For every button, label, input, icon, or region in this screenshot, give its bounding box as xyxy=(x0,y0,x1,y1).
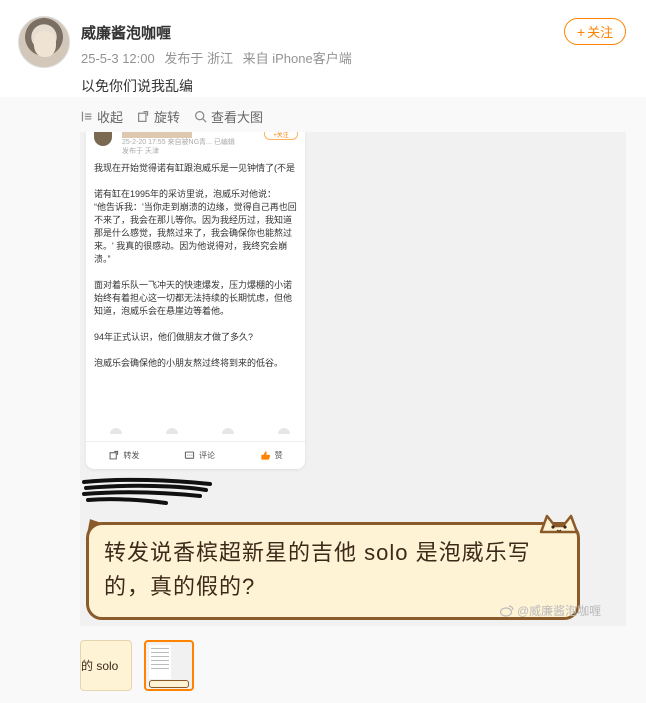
rotate-button[interactable]: 旋转 xyxy=(137,107,180,125)
embedded-paragraph: 泡威乐会确保他的小朋友熬过终将到来的低谷。 xyxy=(94,358,284,368)
follow-button[interactable]: + 关注 xyxy=(564,18,626,45)
post-text: 以免你们说我乱编 xyxy=(81,78,193,94)
bubble-text: 转发说香槟超新星的吉他 solo 是泡威乐写的，真的假的? xyxy=(104,540,531,599)
thumbnail-2-selected[interactable] xyxy=(144,640,194,691)
post-device: 来自 iPhone客户端 xyxy=(242,51,352,66)
embedded-avatar xyxy=(94,132,112,146)
embedded-action-bar: 转发 评论 赞 xyxy=(86,441,305,469)
repost-label: 转发 xyxy=(123,451,140,460)
embedded-meta: 25-2-20 17:55 来自被NG青... 已编辑 发布于 天津 xyxy=(122,138,235,156)
embedded-paragraph: 94年正式认识，他们做朋友才做了多久? xyxy=(94,332,254,342)
plus-icon: + xyxy=(576,23,586,40)
collapse-label: 收起 xyxy=(97,109,124,125)
post-meta: 25-5-3 12:00 发布于 浙江 来自 iPhone客户端 xyxy=(81,48,358,67)
rotate-icon xyxy=(138,110,149,122)
collapse-icon xyxy=(81,111,92,121)
cat-ears-icon xyxy=(539,514,579,534)
username[interactable]: 威廉酱泡咖喱 xyxy=(81,22,171,43)
embedded-meta-line1: 25-2-20 17:55 来自被NG青... 已编辑 xyxy=(122,139,235,146)
watermark: @威廉酱泡咖喱 xyxy=(500,602,601,619)
embedded-post-card: 25-2-20 17:55 来自被NG青... 已编辑 发布于 天津 +关注 我… xyxy=(86,132,305,469)
follow-label: 关注 xyxy=(587,25,614,40)
repost-icon xyxy=(109,450,119,460)
redaction-scribble xyxy=(82,477,212,505)
embedded-repost: 转发 xyxy=(108,450,139,461)
thumbs-up-icon xyxy=(261,451,270,460)
post-date[interactable]: 25-5-3 12:00 xyxy=(81,51,155,66)
media-container: 收起 旋转 查看大图 25-2-20 17:55 来自被NG青... 已编辑 发… xyxy=(0,97,646,703)
rotate-label: 旋转 xyxy=(154,109,181,125)
view-large-label: 查看大图 xyxy=(211,109,264,125)
comment-icon xyxy=(184,451,195,459)
embedded-follow-button: +关注 xyxy=(264,132,298,140)
embedded-image-strip xyxy=(110,428,290,434)
thumbnail-1[interactable]: 的 solo xyxy=(80,640,132,691)
post-location: 发布于 浙江 xyxy=(164,51,233,66)
embedded-paragraph: 我现在开始觉得诺有缸跟泡威乐是一见钟情了(不是 xyxy=(94,163,295,173)
embedded-meta-line2: 发布于 天津 xyxy=(122,148,159,155)
embedded-like: 赞 xyxy=(260,450,283,461)
zoom-icon xyxy=(195,110,207,123)
embedded-post-body: 我现在开始觉得诺有缸跟泡威乐是一见钟情了(不是 诺有缸在1995年的采访里说，泡… xyxy=(94,162,300,383)
comment-label: 评论 xyxy=(198,451,215,460)
embedded-paragraph: 面对着乐队一飞冲天的快速爆发，压力爆棚的小诺始终有着担心这一切都无法持续的长期忧… xyxy=(94,280,293,316)
collapse-button[interactable]: 收起 xyxy=(80,107,123,125)
user-avatar[interactable] xyxy=(18,16,70,68)
watermark-text: @威廉酱泡咖喱 xyxy=(517,604,602,618)
like-label: 赞 xyxy=(274,451,283,460)
embedded-comment: 评论 xyxy=(184,450,215,461)
thumbnail-text: 的 solo xyxy=(81,659,119,673)
view-large-button[interactable]: 查看大图 xyxy=(194,107,263,125)
post-image[interactable]: 25-2-20 17:55 来自被NG青... 已编辑 发布于 天津 +关注 我… xyxy=(80,132,626,626)
weibo-logo-icon xyxy=(500,604,514,617)
image-toolbar: 收起 旋转 查看大图 xyxy=(80,107,263,125)
embedded-paragraph: 诺有缸在1995年的采访里说，泡威乐对他说： “他告诉我：'当你走到崩溃的边缘，… xyxy=(94,189,297,264)
